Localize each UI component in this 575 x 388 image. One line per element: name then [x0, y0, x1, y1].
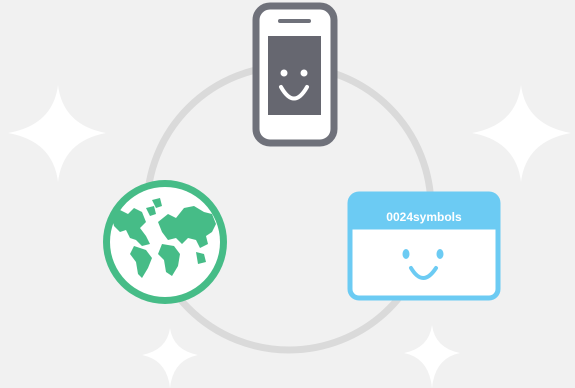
globe-icon — [103, 180, 227, 304]
sparkle-icon — [472, 85, 571, 182]
window-title: 0024symbols — [386, 210, 462, 224]
sparkle-icon — [8, 85, 106, 182]
sparkle-icon — [404, 325, 460, 388]
connected-devices-illustration: 0024symbols — [8, 2, 571, 388]
smiling-phone-icon — [252, 2, 338, 147]
illustration-canvas: 0024symbols — [0, 0, 575, 388]
phone-eye-right — [300, 69, 308, 77]
sparkle-icon — [142, 328, 198, 388]
smiling-browser-window-icon: 0024symbols — [347, 191, 501, 301]
phone-eye-left — [280, 69, 288, 77]
window-eye-left — [402, 249, 410, 259]
window-eye-right — [436, 249, 444, 259]
